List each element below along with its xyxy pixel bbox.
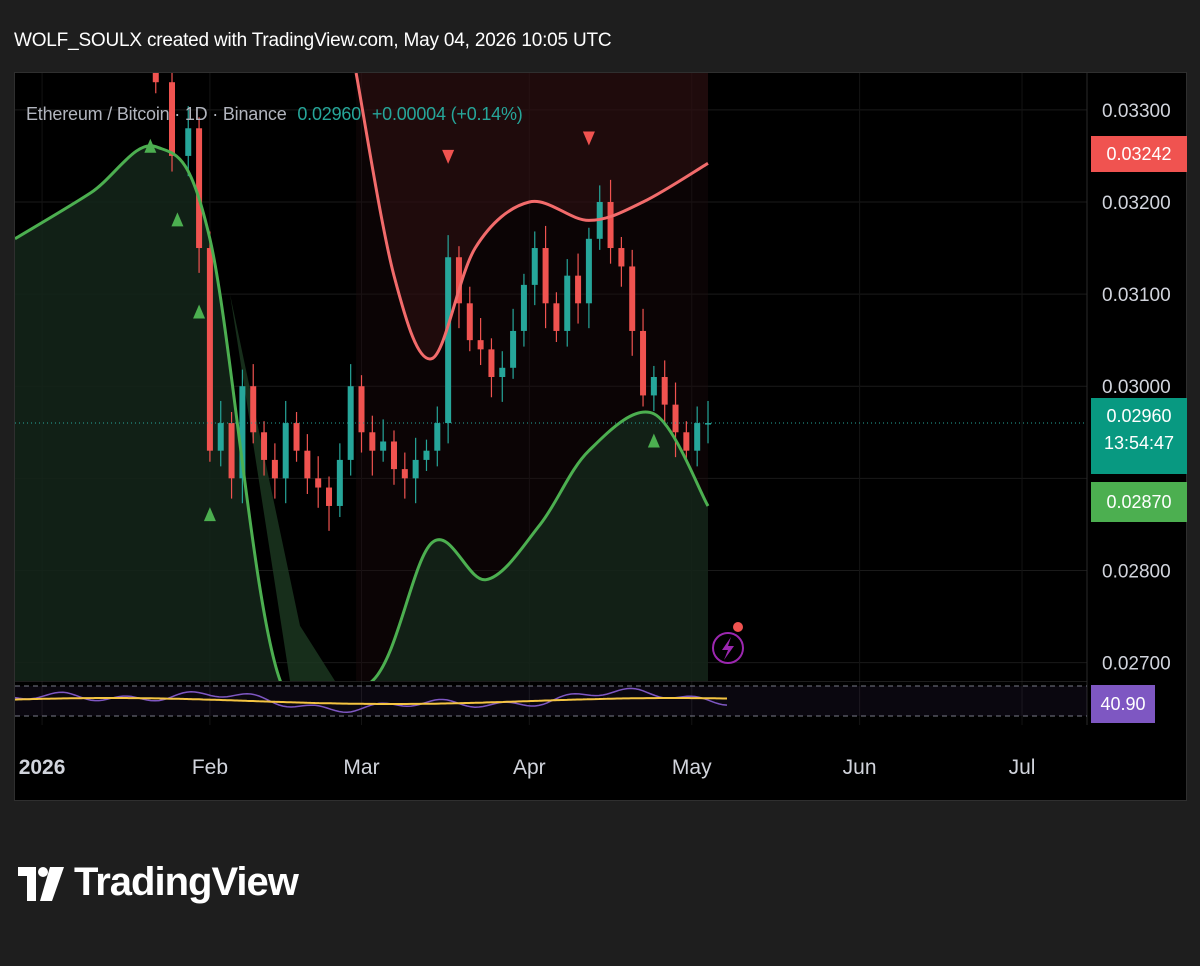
current-price-value: 0.02960 bbox=[1106, 406, 1172, 426]
price-tick-label: 0.02700 bbox=[1102, 654, 1171, 675]
candle-body bbox=[445, 257, 452, 424]
chart-legend: Ethereum / Bitcoin · 1D · Binance 0.0296… bbox=[26, 104, 523, 125]
price-tick-label: 0.03200 bbox=[1102, 193, 1171, 214]
lower-band-tag: 0.02870 bbox=[1091, 482, 1187, 522]
time-tick-label: Mar bbox=[343, 756, 379, 779]
candle-body bbox=[185, 128, 192, 156]
price-tick-label: 0.03100 bbox=[1102, 285, 1171, 306]
candle-body bbox=[477, 340, 484, 350]
last-price-label: 0.02960 bbox=[297, 104, 362, 124]
candle-body bbox=[206, 248, 213, 451]
rsi-value-tag: 40.90 bbox=[1091, 685, 1155, 723]
time-tick-label: 2026 bbox=[19, 756, 66, 779]
candle-body bbox=[575, 275, 582, 304]
logo-text: TradingView bbox=[74, 860, 299, 904]
candle-body bbox=[152, 73, 159, 83]
change-label: +0.00004 (+0.14%) bbox=[371, 104, 523, 124]
candle-body bbox=[466, 303, 473, 341]
candle-body bbox=[293, 423, 300, 451]
candle-body bbox=[380, 441, 387, 451]
candle-body bbox=[304, 450, 311, 479]
candle-body bbox=[694, 423, 701, 451]
time-tick-label: Apr bbox=[513, 756, 546, 779]
candle-body bbox=[650, 377, 657, 396]
candle-body bbox=[315, 478, 322, 488]
price-tick-label: 0.03300 bbox=[1102, 101, 1171, 122]
candle-body bbox=[347, 386, 354, 460]
candle-body bbox=[520, 284, 527, 331]
candle-body bbox=[401, 469, 408, 479]
time-tick-label: Jul bbox=[1009, 756, 1036, 779]
candle-body bbox=[531, 248, 538, 285]
candle-body bbox=[618, 248, 625, 267]
candle-body bbox=[640, 330, 647, 396]
candle-body bbox=[672, 404, 679, 433]
candle-body bbox=[228, 423, 235, 479]
rsi-pane bbox=[15, 681, 1087, 717]
symbol-label: Ethereum / Bitcoin · 1D · Binance bbox=[26, 104, 287, 124]
current-price-tag: 0.02960 13:54:47 bbox=[1091, 398, 1187, 474]
price-tick-label: 0.02800 bbox=[1102, 561, 1171, 582]
candle-body bbox=[423, 450, 430, 460]
upper-band-tag: 0.03242 bbox=[1091, 136, 1187, 172]
candle-body bbox=[585, 238, 592, 304]
lightning-icon bbox=[712, 622, 744, 664]
candle-body bbox=[261, 432, 268, 460]
candle-body bbox=[358, 386, 365, 433]
candle-body bbox=[705, 423, 712, 425]
candle-body bbox=[510, 330, 517, 368]
price-tick-label: 0.03000 bbox=[1102, 377, 1171, 398]
candle-body bbox=[564, 275, 571, 331]
candle-body bbox=[607, 201, 614, 249]
candle-body bbox=[499, 367, 506, 377]
lower-band-value: 0.02870 bbox=[1106, 492, 1172, 512]
candle-body bbox=[271, 459, 278, 479]
time-tick-label: Jun bbox=[843, 756, 877, 779]
chart-canvas[interactable]: 0.03300 0.03200 0.03100 0.03000 0.02800 0.027… bbox=[0, 0, 1200, 966]
candle-body bbox=[217, 423, 224, 451]
tradingview-logo-icon bbox=[18, 866, 64, 901]
candle-body bbox=[336, 459, 343, 506]
candle-body bbox=[629, 266, 636, 331]
notification-dot bbox=[733, 622, 743, 632]
candle-body bbox=[488, 349, 495, 377]
candle-countdown: 13:54:47 bbox=[1103, 433, 1175, 453]
time-tick-label: Feb bbox=[192, 756, 228, 779]
candle-body bbox=[326, 487, 333, 506]
time-tick-label: May bbox=[672, 756, 712, 779]
lightning-bolt bbox=[722, 637, 734, 660]
candle-body bbox=[553, 303, 560, 331]
rsi-value: 40.90 bbox=[1100, 694, 1146, 714]
candle-body bbox=[661, 377, 668, 405]
candle-body bbox=[542, 248, 549, 304]
candle-body bbox=[683, 432, 690, 451]
candle-body bbox=[250, 386, 257, 433]
upper-band-value: 0.03242 bbox=[1106, 144, 1172, 164]
candle-body bbox=[434, 423, 441, 451]
candle-body bbox=[369, 432, 376, 451]
candle-body bbox=[282, 423, 289, 479]
tradingview-logo[interactable]: TradingView bbox=[18, 860, 299, 905]
candle-body bbox=[390, 441, 397, 470]
candle-body bbox=[412, 459, 419, 479]
